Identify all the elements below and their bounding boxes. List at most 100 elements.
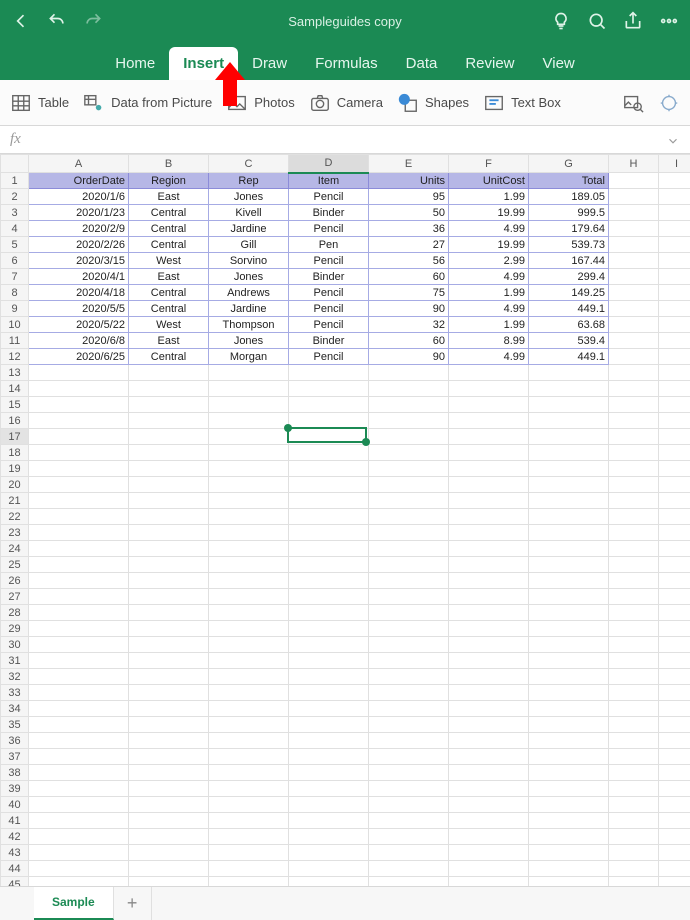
cell[interactable] — [29, 701, 129, 717]
row-header[interactable]: 40 — [1, 797, 29, 813]
cell[interactable] — [289, 573, 369, 589]
cell[interactable]: 449.1 — [529, 301, 609, 317]
cell[interactable]: Binder — [289, 269, 369, 285]
cell[interactable] — [609, 317, 659, 333]
cell[interactable] — [209, 653, 289, 669]
cell[interactable] — [209, 749, 289, 765]
cell[interactable] — [369, 749, 449, 765]
cell[interactable] — [129, 685, 209, 701]
cell[interactable]: 2020/2/9 — [29, 221, 129, 237]
cell[interactable] — [609, 797, 659, 813]
row-header[interactable]: 23 — [1, 525, 29, 541]
row-header[interactable]: 44 — [1, 861, 29, 877]
cell[interactable] — [289, 413, 369, 429]
row-header[interactable]: 31 — [1, 653, 29, 669]
cell[interactable] — [449, 445, 529, 461]
cell[interactable] — [129, 749, 209, 765]
cell[interactable] — [29, 381, 129, 397]
cell[interactable] — [29, 477, 129, 493]
cell[interactable] — [449, 685, 529, 701]
cell[interactable] — [609, 765, 659, 781]
cell[interactable] — [529, 573, 609, 589]
cell[interactable] — [659, 605, 690, 621]
cell[interactable] — [129, 397, 209, 413]
cell[interactable]: Central — [129, 237, 209, 253]
cell[interactable] — [369, 829, 449, 845]
cell[interactable] — [369, 733, 449, 749]
cell[interactable] — [659, 781, 690, 797]
cell[interactable] — [609, 781, 659, 797]
cell[interactable] — [209, 589, 289, 605]
add-sheet-button[interactable]: + — [114, 887, 152, 920]
cell[interactable] — [449, 525, 529, 541]
cell[interactable] — [289, 557, 369, 573]
cell[interactable] — [209, 861, 289, 877]
row-header[interactable]: 6 — [1, 253, 29, 269]
cell[interactable] — [209, 781, 289, 797]
cell[interactable] — [449, 397, 529, 413]
cell[interactable] — [29, 685, 129, 701]
cell[interactable] — [369, 845, 449, 861]
cell[interactable] — [659, 269, 690, 285]
share-icon[interactable] — [618, 6, 648, 36]
cell[interactable] — [659, 845, 690, 861]
cell[interactable] — [609, 333, 659, 349]
cell[interactable] — [369, 605, 449, 621]
cell[interactable]: 63.68 — [529, 317, 609, 333]
cell[interactable]: Pencil — [289, 285, 369, 301]
cell[interactable]: 2020/1/23 — [29, 205, 129, 221]
cell[interactable] — [529, 845, 609, 861]
cell[interactable] — [609, 861, 659, 877]
cell[interactable] — [289, 653, 369, 669]
row-header[interactable]: 8 — [1, 285, 29, 301]
cell[interactable] — [659, 317, 690, 333]
cell[interactable] — [209, 525, 289, 541]
cell[interactable] — [29, 493, 129, 509]
cell[interactable] — [659, 637, 690, 653]
cell[interactable] — [129, 813, 209, 829]
cell[interactable] — [609, 381, 659, 397]
row-header[interactable]: 16 — [1, 413, 29, 429]
cell[interactable] — [449, 557, 529, 573]
cell[interactable]: 2020/5/5 — [29, 301, 129, 317]
cell[interactable] — [659, 557, 690, 573]
cell[interactable] — [529, 717, 609, 733]
ribbon-shapes[interactable]: Shapes — [397, 92, 469, 114]
cell[interactable] — [449, 797, 529, 813]
cell[interactable] — [449, 381, 529, 397]
cell[interactable]: Region — [129, 173, 209, 189]
cell[interactable]: Jardine — [209, 221, 289, 237]
cell[interactable] — [289, 781, 369, 797]
cell[interactable] — [129, 621, 209, 637]
cell[interactable] — [209, 669, 289, 685]
col-header-D[interactable]: D — [289, 155, 369, 173]
cell[interactable] — [369, 861, 449, 877]
cell[interactable]: 2020/3/15 — [29, 253, 129, 269]
cell[interactable] — [289, 637, 369, 653]
cell[interactable]: 19.99 — [449, 237, 529, 253]
cell[interactable]: 2020/4/18 — [29, 285, 129, 301]
cell[interactable] — [369, 557, 449, 573]
cell[interactable] — [289, 765, 369, 781]
cell[interactable] — [289, 445, 369, 461]
cell[interactable] — [609, 653, 659, 669]
row-header[interactable]: 38 — [1, 765, 29, 781]
cell[interactable] — [529, 861, 609, 877]
cell[interactable] — [449, 461, 529, 477]
row-header[interactable]: 20 — [1, 477, 29, 493]
cell[interactable] — [659, 301, 690, 317]
row-header[interactable]: 25 — [1, 557, 29, 573]
cell[interactable] — [449, 605, 529, 621]
cell[interactable] — [29, 461, 129, 477]
formula-bar[interactable]: fx — [0, 126, 690, 154]
cell[interactable] — [369, 429, 449, 445]
cell[interactable] — [529, 653, 609, 669]
cell[interactable]: 179.64 — [529, 221, 609, 237]
cell[interactable] — [29, 605, 129, 621]
cell[interactable] — [129, 797, 209, 813]
tab-review[interactable]: Review — [451, 47, 528, 80]
cell[interactable]: Morgan — [209, 349, 289, 365]
cell[interactable]: Units — [369, 173, 449, 189]
cell[interactable]: Item — [289, 173, 369, 189]
cell[interactable] — [289, 749, 369, 765]
